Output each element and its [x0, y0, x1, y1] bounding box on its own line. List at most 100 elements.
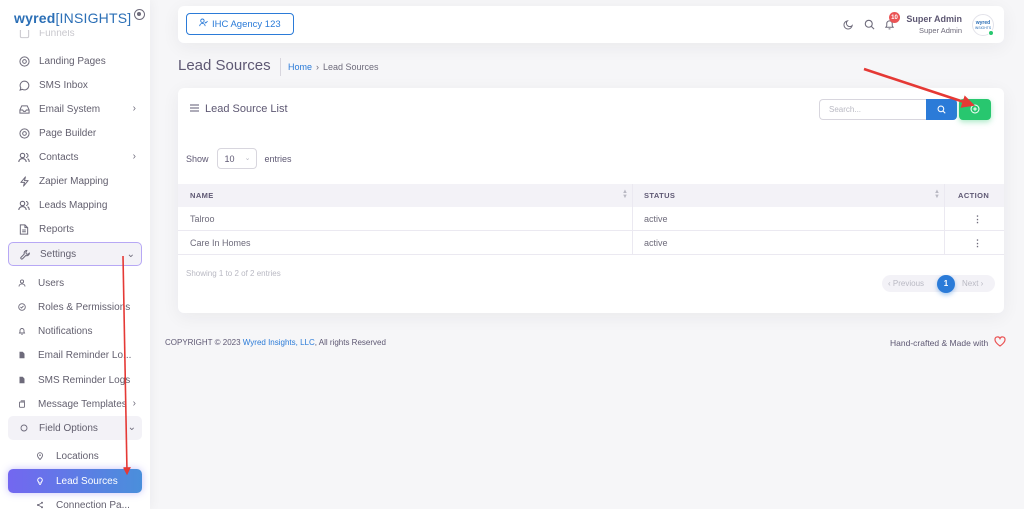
user-icon [18, 279, 26, 287]
breadcrumb-home-link[interactable]: Home [288, 62, 312, 72]
sort-icon[interactable]: ▲ ▼ [934, 189, 940, 200]
heart-icon [994, 336, 1006, 349]
sidebar-item-locations[interactable]: Locations [8, 444, 142, 468]
sidebar-item-settings[interactable]: Settings ⌄ [8, 242, 142, 266]
users-icon [18, 151, 30, 163]
search-icon[interactable] [863, 18, 875, 30]
breadcrumb-divider [280, 58, 281, 76]
file-icon [18, 351, 26, 359]
moon-icon[interactable] [842, 18, 854, 30]
file-icon [18, 376, 26, 384]
more-vertical-icon[interactable]: ⋮ [973, 214, 982, 225]
chevron-right-icon: › [132, 103, 136, 114]
column-divider [632, 207, 633, 231]
logo-main-text: wyred [14, 10, 56, 26]
column-divider [944, 207, 945, 231]
sort-icon[interactable]: ▲ ▼ [622, 189, 628, 200]
column-header-status[interactable]: STATUS [644, 191, 675, 200]
user-name[interactable]: Super Admin [906, 14, 962, 24]
breadcrumb-current: Lead Sources [323, 62, 379, 72]
sidebar-item-field-options[interactable]: Field Options ⌄ [8, 416, 142, 440]
plus-circle-icon [970, 101, 980, 119]
card-title-text: Lead Source List [205, 103, 288, 115]
check-circle-icon [18, 303, 26, 311]
share-icon [36, 501, 44, 509]
chevron-down-icon: ⌄ [126, 249, 135, 260]
search-input[interactable] [819, 99, 927, 120]
sidebar-item-sms-inbox[interactable]: SMS Inbox [8, 73, 142, 97]
sidebar-item-label: Notifications [38, 325, 93, 337]
cell-name: Care In Homes [190, 238, 251, 248]
breadcrumb: Home › Lead Sources [288, 62, 379, 72]
sidebar-item-roles-permissions[interactable]: Roles & Permissions [8, 295, 142, 319]
brand-logo[interactable]: wyred[INSIGHTS] [14, 8, 131, 28]
sidebar-item-label: SMS Inbox [39, 79, 88, 91]
map-pin-icon [36, 452, 44, 460]
sidebar-item-notifications[interactable]: Notifications [8, 319, 142, 343]
sidebar-item-page-builder[interactable]: Page Builder [8, 121, 142, 145]
footer-crafted: Hand-crafted & Made with [890, 336, 1006, 349]
sidebar-item-reports[interactable]: Reports [8, 217, 142, 241]
column-divider [632, 184, 633, 207]
sidebar-item-label: Landing Pages [39, 55, 106, 67]
search-button[interactable] [926, 99, 957, 120]
chevron-down-icon: ⌄ [244, 155, 251, 162]
show-label: Show [186, 153, 209, 164]
entries-label: entries [264, 153, 292, 164]
sidebar-item-lead-sources[interactable]: Lead Sources [8, 469, 142, 493]
sidebar-item-users[interactable]: Users [8, 271, 142, 295]
sidebar-item-label: Connection Pa... [56, 499, 130, 509]
agency-switch-button[interactable]: IHC Agency 123 [186, 13, 294, 35]
sidebar-item-landing-pages[interactable]: Landing Pages [8, 49, 142, 73]
sidebar-item-label: Message Templates [38, 398, 127, 410]
message-circle-icon [18, 79, 30, 91]
tool-icon [19, 248, 31, 260]
table-row: Talroo active ⋮ [178, 207, 1004, 231]
logo-insights-text: [INSIGHTS] [55, 10, 132, 26]
sidebar-item-label: Page Builder [39, 127, 97, 139]
list-icon [190, 103, 199, 115]
lead-source-card: Lead Source List Show 10 ⌄ entries NAME … [178, 88, 1004, 313]
sidebar-item-zapier-mapping[interactable]: Zapier Mapping [8, 169, 142, 193]
sidebar-item-label: Reports [39, 223, 75, 235]
column-divider [944, 231, 945, 255]
sidebar-item-contacts[interactable]: Contacts › [8, 145, 142, 169]
page-length-control: Show 10 ⌄ entries [186, 148, 292, 169]
sidebar-menu: Funnels Landing Pages SMS Inbox Email Sy… [0, 30, 150, 509]
sidebar-item-funnels[interactable]: Funnels [8, 30, 142, 45]
next-page-button[interactable]: Next › [962, 279, 983, 288]
column-header-name[interactable]: NAME [190, 191, 214, 200]
lightbulb-icon [36, 477, 44, 485]
chevron-right-icon: › [132, 398, 136, 409]
sidebar-item-leads-mapping[interactable]: Leads Mapping [8, 193, 142, 217]
cell-status: active [644, 238, 668, 248]
cell-status: active [644, 214, 668, 224]
sidebar-item-label: Leads Mapping [39, 199, 108, 211]
chrome-icon [18, 55, 30, 67]
sidebar: wyred[INSIGHTS] Funnels Landing Pages SM… [0, 0, 150, 509]
previous-page-button[interactable]: ‹ Previous [888, 279, 924, 288]
rights-text: , All rights Reserved [314, 338, 386, 347]
page-1-button[interactable]: 1 [937, 274, 955, 293]
sidebar-item-email-reminder-logs[interactable]: Email Reminder Lo... [8, 343, 142, 367]
column-header-action: ACTION [958, 191, 990, 200]
sidebar-item-message-templates[interactable]: Message Templates › [8, 392, 142, 416]
sidebar-item-sms-reminder-logs[interactable]: SMS Reminder Logs [8, 368, 142, 392]
chrome-icon [18, 127, 30, 139]
company-link[interactable]: Wyred Insights, LLC [243, 338, 315, 347]
add-lead-source-button[interactable] [959, 99, 991, 120]
table-info: Showing 1 to 2 of 2 entries [186, 269, 281, 278]
sidebar-item-email-system[interactable]: Email System › [8, 97, 142, 121]
entries-value: 10 [224, 153, 235, 164]
card-title: Lead Source List [190, 103, 288, 115]
sidebar-item-label: Contacts [39, 151, 79, 163]
entries-select[interactable]: 10 ⌄ [216, 148, 257, 169]
sidebar-toggle-icon[interactable] [134, 9, 145, 20]
more-vertical-icon[interactable]: ⋮ [973, 238, 982, 249]
copyright-text: COPYRIGHT © 2023 [165, 338, 241, 347]
online-status-dot [988, 30, 994, 36]
sidebar-item-connection-pages[interactable]: Connection Pa... [8, 493, 142, 509]
crafted-text: Hand-crafted & Made with [890, 337, 989, 348]
top-navbar: IHC Agency 123 10 Super Admin Super Admi… [178, 6, 1004, 43]
zap-icon [18, 175, 30, 187]
